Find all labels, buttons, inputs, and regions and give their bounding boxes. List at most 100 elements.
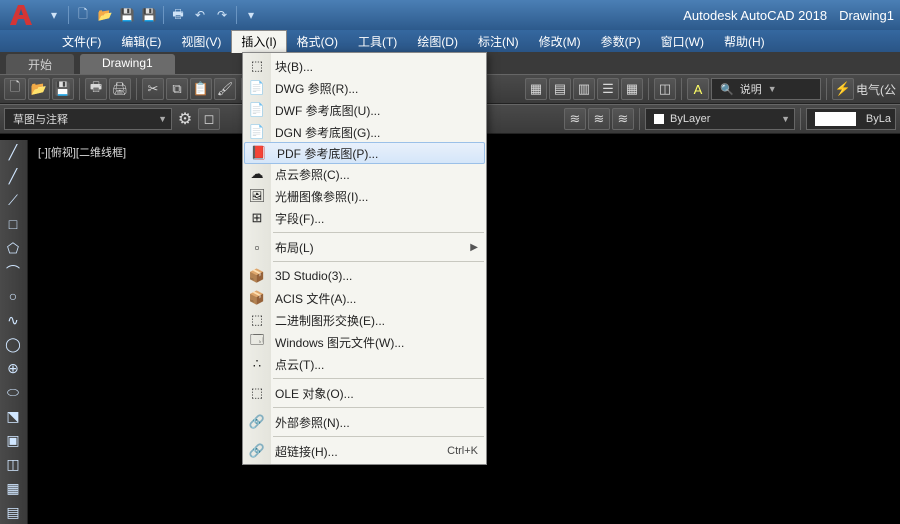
polygon-tool-icon[interactable]: ⬠	[0, 236, 26, 260]
menu-item-ole[interactable]: ⬚OLE 对象(O)...	[243, 382, 486, 404]
plot-button[interactable]: 🖨	[109, 78, 131, 100]
search-dropdown[interactable]: 🔍 说明 ▼	[711, 78, 821, 100]
menu-item-label: 光栅图像参照(I)...	[275, 188, 478, 205]
menu-separator	[273, 436, 484, 437]
redo-icon[interactable]: ↷	[212, 5, 232, 25]
copy-button[interactable]: ⧉	[166, 78, 188, 100]
qat-more-icon[interactable]: ▾	[241, 5, 261, 25]
menu-item-wmf[interactable]: 🗔Windows 图元文件(W)...	[243, 331, 486, 353]
menu-item-layout[interactable]: ▫布局(L)▶	[243, 236, 486, 258]
menu-item-link[interactable]: 🔗超链接(H)...Ctrl+K	[243, 440, 486, 462]
layer-frz-button[interactable]: ≋	[612, 108, 634, 130]
table-tool-icon[interactable]: ▦	[0, 476, 26, 500]
cut-button[interactable]: ✂	[142, 78, 164, 100]
layer-un-button[interactable]: ≋	[588, 108, 610, 130]
layer-iso-button[interactable]: ≋	[564, 108, 586, 130]
circle-tool-icon[interactable]: ○	[0, 284, 26, 308]
dwf-icon: 📄	[247, 101, 267, 119]
menu-separator	[273, 407, 484, 408]
block-button[interactable]: ◫	[654, 78, 676, 100]
match-button[interactable]: 🖌	[214, 78, 236, 100]
menu-item-label: 布局(L)	[275, 239, 462, 256]
region-tool-icon[interactable]: ▣	[0, 428, 26, 452]
menu-item-dwf[interactable]: 📄DWF 参考底图(U)...	[243, 99, 486, 121]
list-button[interactable]: ☰	[597, 78, 619, 100]
print-icon[interactable]: 🖶	[168, 5, 188, 25]
new-file-icon[interactable]: 🗋	[73, 5, 93, 25]
menu-item-cloud[interactable]: ☁点云参照(C)...	[243, 163, 486, 185]
menu-item-label: DWG 参照(R)...	[275, 80, 478, 97]
workspace-dropdown[interactable]: 草图与注释 ▼	[4, 108, 172, 130]
menu-窗口[interactable]: 窗口(W)	[651, 30, 714, 53]
menu-item-xref[interactable]: 🔗外部参照(N)...	[243, 411, 486, 433]
cloud-icon: ☁	[247, 165, 267, 183]
layer-dropdown[interactable]: ByLayer ▼	[645, 108, 795, 130]
doc-tab[interactable]: Drawing1	[80, 54, 175, 74]
array-tool-icon[interactable]: ▤	[0, 500, 26, 524]
left-tool-palette: ╱╱⟋□⬠⌒○∿◯⊕⬭⬔▣◫▦▤	[0, 140, 28, 524]
paste-button[interactable]: 📋	[190, 78, 212, 100]
menu-标注[interactable]: 标注(N)	[468, 30, 529, 53]
doc-tab[interactable]: 开始	[6, 54, 74, 74]
menu-item-pdf[interactable]: 📕PDF 参考底图(P)...	[244, 142, 485, 164]
workspace-settings-icon[interactable]: ⚙	[174, 108, 196, 130]
line-tool-icon[interactable]: ╱	[0, 140, 26, 164]
arc-tool-icon[interactable]: ⌒	[0, 260, 26, 284]
elec-icon[interactable]: ⚡	[832, 78, 854, 100]
menu-separator	[273, 378, 484, 379]
menu-item-pts[interactable]: ∴点云(T)...	[243, 353, 486, 375]
menu-item-raster[interactable]: 🖼光栅图像参照(I)...	[243, 185, 486, 207]
menu-item-bin[interactable]: ⬚二进制图形交换(E)...	[243, 309, 486, 331]
undo-icon[interactable]: ↶	[190, 5, 210, 25]
app-logo[interactable]	[4, 1, 40, 29]
polyline-tool-icon[interactable]: ⟋	[0, 188, 26, 212]
saveas-icon[interactable]: 💾	[139, 5, 159, 25]
revcloud-tool-icon[interactable]: ⬭	[0, 380, 26, 404]
props-button[interactable]: ▦	[621, 78, 643, 100]
linetype-dropdown[interactable]: ByLa	[806, 108, 896, 130]
link-icon: 🔗	[247, 442, 267, 460]
menu-编辑[interactable]: 编辑(E)	[111, 30, 171, 53]
rect-tool-icon[interactable]: □	[0, 212, 26, 236]
elec-label: 电气(公	[856, 81, 896, 98]
ellipse-tool-icon[interactable]: ◯	[0, 332, 26, 356]
menu-item-label: 点云(T)...	[275, 356, 478, 373]
spline-tool-icon[interactable]: ∿	[0, 308, 26, 332]
menu-item-label: ACIS 文件(A)...	[275, 290, 478, 307]
menu-参数[interactable]: 参数(P)	[591, 30, 651, 53]
open-button[interactable]: 📂	[28, 78, 50, 100]
text-a-button[interactable]: A	[687, 78, 709, 100]
block-icon: ⬚	[247, 57, 267, 75]
menu-绘图[interactable]: 绘图(D)	[407, 30, 468, 53]
save-button[interactable]: 💾	[52, 78, 74, 100]
grid-button[interactable]: ▦	[525, 78, 547, 100]
menu-文件[interactable]: 文件(F)	[52, 30, 111, 53]
block-tool-icon[interactable]: ◫	[0, 452, 26, 476]
view-label[interactable]: [-][俯视][二维线框]	[38, 144, 126, 160]
menu-item-field[interactable]: ⊞字段(F)...	[243, 207, 486, 229]
menu-修改[interactable]: 修改(M)	[529, 30, 591, 53]
new-button[interactable]: 🗋	[4, 78, 26, 100]
workspace-tool-icon[interactable]: ◻	[198, 108, 220, 130]
ray-tool-icon[interactable]: ╱	[0, 164, 26, 188]
menu-item-dwg[interactable]: 📄DWG 参照(R)...	[243, 77, 486, 99]
menu-视图[interactable]: 视图(V)	[171, 30, 231, 53]
menu-item-block[interactable]: ⬚块(B)...	[243, 55, 486, 77]
table-button[interactable]: ▤	[549, 78, 571, 100]
insert-tool-icon[interactable]: ⊕	[0, 356, 26, 380]
menu-插入[interactable]: 插入(I)	[231, 30, 286, 53]
open-icon[interactable]: 📂	[95, 5, 115, 25]
col-button[interactable]: ▥	[573, 78, 595, 100]
new-icon[interactable]: ▾	[44, 5, 64, 25]
menu-格式[interactable]: 格式(O)	[287, 30, 348, 53]
menu-item-label: OLE 对象(O)...	[275, 385, 478, 402]
menu-item-dgn[interactable]: 📄DGN 参考底图(G)...	[243, 121, 486, 143]
save-icon[interactable]: 💾	[117, 5, 137, 25]
hatch-tool-icon[interactable]: ⬔	[0, 404, 26, 428]
print-button[interactable]: 🖶	[85, 78, 107, 100]
menu-帮助[interactable]: 帮助(H)	[714, 30, 775, 53]
menu-item-3ds[interactable]: 📦3D Studio(3)...	[243, 265, 486, 287]
menu-item-acis[interactable]: 📦ACIS 文件(A)...	[243, 287, 486, 309]
menu-工具[interactable]: 工具(T)	[348, 30, 407, 53]
wmf-icon: 🗔	[247, 333, 267, 351]
